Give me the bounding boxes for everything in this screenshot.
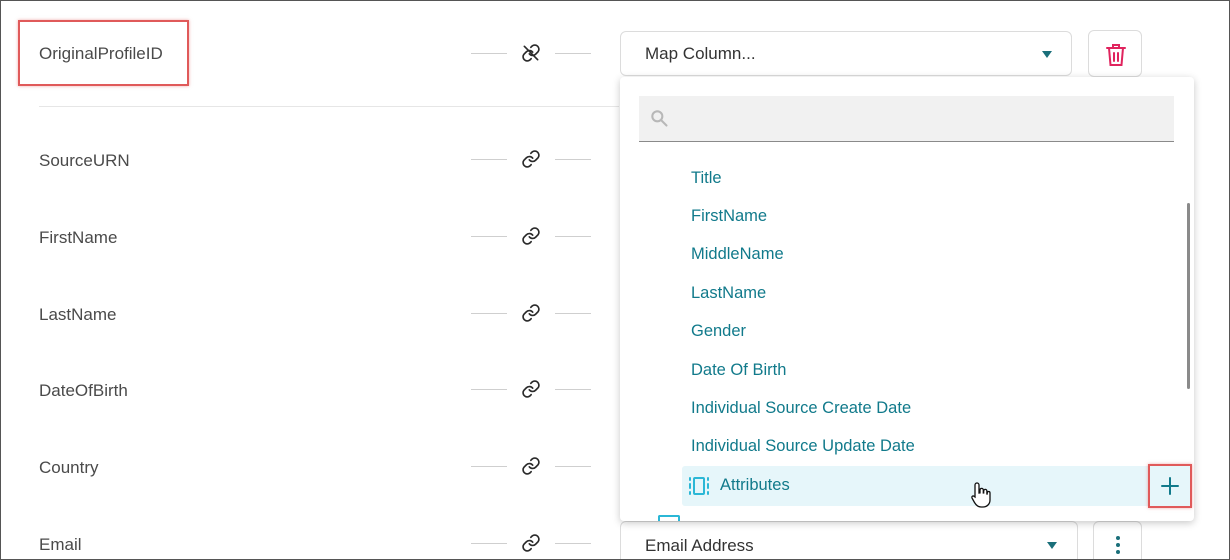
- connector-line: [471, 543, 507, 544]
- mapping-panel: OriginalProfileID Map Column... SourceUR…: [0, 0, 1230, 560]
- option-date-of-birth[interactable]: Date Of Birth: [691, 361, 786, 380]
- search-icon: [651, 110, 668, 127]
- connector-line: [555, 543, 591, 544]
- connector-line: [555, 236, 591, 237]
- connector-source-urn: [471, 149, 591, 169]
- email-column-select-value: Email Address: [645, 536, 754, 555]
- next-group-label: [692, 513, 782, 521]
- link-icon[interactable]: [521, 456, 541, 476]
- link-icon[interactable]: [521, 379, 541, 399]
- connector-last-name: [471, 303, 591, 323]
- connector-date-of-birth: [471, 379, 591, 399]
- dropdown-search-input[interactable]: [679, 104, 1159, 134]
- plus-icon: [1161, 477, 1179, 495]
- delete-mapping-button[interactable]: [1088, 30, 1142, 77]
- connector-line: [555, 313, 591, 314]
- connector-line: [471, 466, 507, 467]
- option-group-attributes-label: Attributes: [720, 476, 790, 494]
- connector-line: [471, 159, 507, 160]
- link-icon[interactable]: [521, 533, 541, 553]
- trash-icon: [1106, 44, 1126, 66]
- connector-line: [471, 313, 507, 314]
- field-label-date-of-birth: DateOfBirth: [39, 381, 128, 400]
- map-column-dropdown: Title FirstName MiddleName LastName Gend…: [620, 77, 1194, 521]
- field-label-country: Country: [39, 458, 99, 477]
- map-column-select-value: Map Column...: [645, 44, 756, 63]
- connector-line: [471, 53, 507, 54]
- chevron-down-icon: [1042, 51, 1052, 58]
- hand-cursor-icon: [971, 482, 991, 508]
- field-label-first-name: FirstName: [39, 228, 118, 247]
- connector-line: [555, 389, 591, 390]
- option-middle-name[interactable]: MiddleName: [691, 245, 784, 264]
- add-attribute-button[interactable]: [1148, 464, 1192, 508]
- option-individual-source-create-date[interactable]: Individual Source Create Date: [691, 399, 911, 418]
- link-icon[interactable]: [521, 303, 541, 323]
- field-label-last-name: LastName: [39, 305, 117, 324]
- link-icon[interactable]: [521, 149, 541, 169]
- connector-line: [555, 159, 591, 160]
- dropdown-search: [639, 96, 1174, 142]
- connector-line: [471, 389, 507, 390]
- chevron-down-icon: [1047, 542, 1057, 549]
- more-vertical-icon: [1116, 536, 1120, 554]
- unlink-icon[interactable]: [521, 43, 541, 63]
- map-column-select[interactable]: Map Column...: [620, 31, 1072, 76]
- connector-line: [471, 236, 507, 237]
- dropdown-scrollbar[interactable]: [1187, 203, 1190, 389]
- row-divider: [39, 106, 619, 107]
- connector-email: [471, 533, 591, 553]
- connector-line: [555, 466, 591, 467]
- option-group-attributes[interactable]: Attributes: [682, 466, 1192, 506]
- option-last-name[interactable]: LastName: [691, 284, 766, 303]
- option-individual-source-update-date[interactable]: Individual Source Update Date: [691, 437, 915, 456]
- attributes-icon: [689, 477, 709, 495]
- field-label-email: Email: [39, 535, 82, 554]
- connector-original-profile-id: [471, 43, 591, 63]
- connector-country: [471, 456, 591, 476]
- next-group-icon: [658, 515, 680, 521]
- option-first-name[interactable]: FirstName: [691, 207, 767, 226]
- option-title[interactable]: Title: [691, 169, 722, 188]
- email-column-select[interactable]: Email Address: [620, 521, 1078, 559]
- connector-first-name: [471, 226, 591, 246]
- field-label-original-profile-id: OriginalProfileID: [39, 44, 163, 63]
- option-gender[interactable]: Gender: [691, 322, 746, 341]
- more-options-button[interactable]: [1093, 521, 1142, 559]
- link-icon[interactable]: [521, 226, 541, 246]
- field-label-source-urn: SourceURN: [39, 151, 130, 170]
- connector-line: [555, 53, 591, 54]
